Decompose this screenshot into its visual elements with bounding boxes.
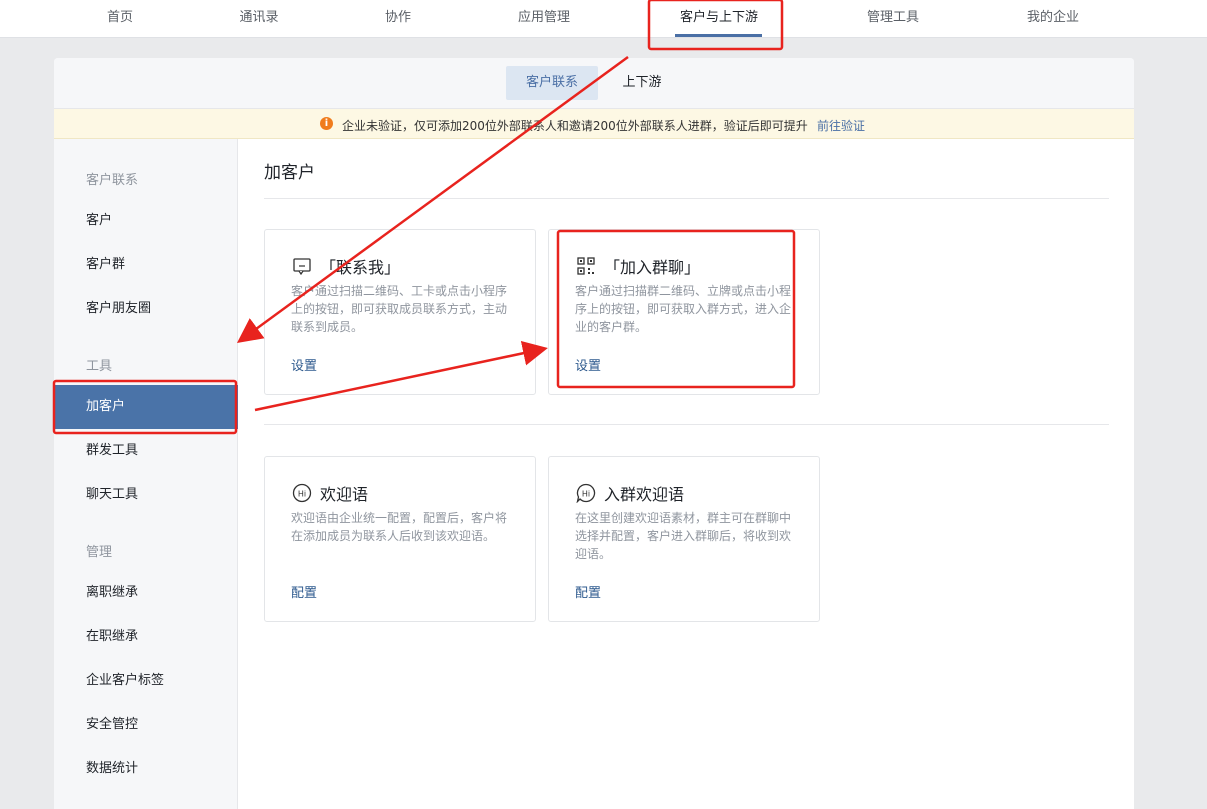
card-welcome-message: Hi 欢迎语 欢迎语由企业统一配置，配置后，客户将在添加成员为联系人后收到该欢迎… <box>264 456 536 622</box>
nav-management-tools[interactable]: 管理工具 <box>858 0 928 38</box>
main-panel: 客户联系 上下游 i 企业未验证，仅可添加200位外部联系人和邀请200位外部联… <box>54 58 1134 809</box>
verify-link[interactable]: 前往验证 <box>817 117 865 134</box>
card-description: 客户通过扫描二维码、工卡或点击小程序上的按钮，即可获取成员联系方式，主动联系到成… <box>291 284 508 334</box>
nav-home[interactable]: 首页 <box>100 0 140 38</box>
card-title: 「加入群聊」 <box>604 258 701 277</box>
card-description: 欢迎语由企业统一配置，配置后，客户将在添加成员为联系人后收到该欢迎语。 <box>291 511 508 543</box>
card-description: 客户通过扫描群二维码、立牌或点击小程序上的按钮，即可获取入群方式，进入企业的客户… <box>575 284 792 334</box>
sidebar-item-broadcast[interactable]: 群发工具 <box>54 429 238 473</box>
sidebar-item-security[interactable]: 安全管控 <box>54 703 238 747</box>
card-group-welcome-message: Hi 入群欢迎语 在这里创建欢迎语素材，群主可在群聊中选择并配置，客户进入群聊后… <box>548 456 820 622</box>
top-nav: 首页 通讯录 协作 应用管理 客户与上下游 管理工具 我的企业 <box>0 0 1207 38</box>
sidebar-item-statistics[interactable]: 数据统计 <box>54 747 238 791</box>
nav-contacts[interactable]: 通讯录 <box>232 0 286 38</box>
svg-text:Hi: Hi <box>582 490 590 499</box>
welcome-configure-link[interactable]: 配置 <box>291 582 317 601</box>
nav-my-enterprise[interactable]: 我的企业 <box>1018 0 1088 38</box>
card-title: 「联系我」 <box>320 258 401 277</box>
card-description: 在这里创建欢迎语素材，群主可在群聊中选择并配置，客户进入群聊后，将收到欢迎语。 <box>575 511 792 561</box>
sidebar: 客户联系 客户 客户群 客户朋友圈 工具 加客户 群发工具 聊天工具 管理 离职… <box>54 139 238 809</box>
sidebar-group-management: 管理 <box>86 545 113 560</box>
join-group-settings-link[interactable]: 设置 <box>575 355 601 374</box>
divider <box>264 198 1109 199</box>
sidebar-item-resign-inherit[interactable]: 离职继承 <box>54 571 238 615</box>
sub-tabs: 客户联系 上下游 <box>54 58 1134 109</box>
sidebar-item-chat-tools[interactable]: 聊天工具 <box>54 473 238 517</box>
hi-icon: Hi <box>292 483 312 503</box>
sidebar-item-add-customer[interactable]: 加客户 <box>54 385 238 429</box>
sidebar-item-customer-groups[interactable]: 客户群 <box>54 243 238 287</box>
sidebar-item-moments[interactable]: 客户朋友圈 <box>54 287 238 331</box>
sidebar-item-customer-tags[interactable]: 企业客户标签 <box>54 659 238 703</box>
warning-icon: i <box>320 117 333 130</box>
nav-app-management[interactable]: 应用管理 <box>509 0 579 38</box>
sidebar-group-customer-contact: 客户联系 <box>86 173 139 188</box>
sidebar-group-tools: 工具 <box>86 359 113 374</box>
tab-customer-contact[interactable]: 客户联系 <box>506 66 598 100</box>
nav-collaboration[interactable]: 协作 <box>378 0 418 38</box>
svg-text:Hi: Hi <box>298 490 306 499</box>
hi-bubble-icon: Hi <box>576 483 596 503</box>
card-join-group: 「加入群聊」 客户通过扫描群二维码、立牌或点击小程序上的按钮，即可获取入群方式，… <box>548 229 820 395</box>
tab-upstream-downstream[interactable]: 上下游 <box>612 66 672 100</box>
notice-text: 企业未验证，仅可添加200位外部联系人和邀请200位外部联系人进群，验证后即可提… <box>342 119 808 133</box>
nav-customers-partners[interactable]: 客户与上下游 <box>672 0 766 38</box>
group-welcome-configure-link[interactable]: 配置 <box>575 582 601 601</box>
chat-bubble-icon <box>293 258 311 276</box>
card-title: 入群欢迎语 <box>604 485 685 504</box>
card-title: 欢迎语 <box>320 485 369 504</box>
contact-me-settings-link[interactable]: 设置 <box>291 355 317 374</box>
card-contact-me: 「联系我」 客户通过扫描二维码、工卡或点击小程序上的按钮，即可获取成员联系方式，… <box>264 229 536 395</box>
page-title: 加客户 <box>264 163 315 183</box>
nav-active-underline <box>675 34 762 37</box>
qr-code-icon <box>577 257 595 275</box>
verification-notice: i 企业未验证，仅可添加200位外部联系人和邀请200位外部联系人进群，验证后即… <box>54 109 1134 139</box>
sidebar-item-customers[interactable]: 客户 <box>54 199 238 243</box>
sidebar-item-onjob-inherit[interactable]: 在职继承 <box>54 615 238 659</box>
divider <box>264 424 1109 425</box>
